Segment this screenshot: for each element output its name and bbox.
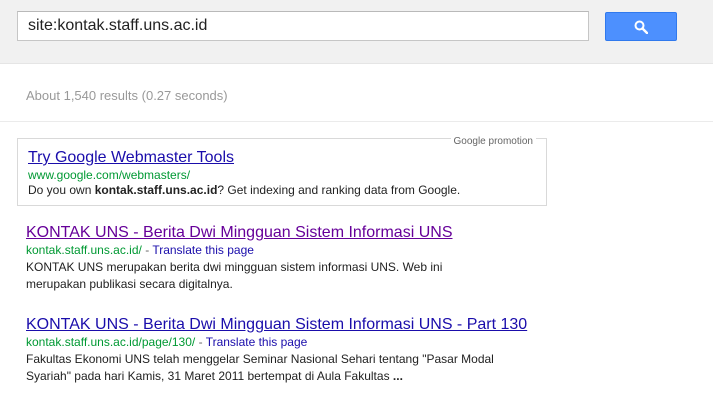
search-header xyxy=(0,0,713,64)
search-input[interactable] xyxy=(17,11,589,41)
result-url-line: kontak.staff.uns.ac.id/ - Translate this… xyxy=(26,242,546,258)
result-snippet-ellipsis: ... xyxy=(392,369,403,383)
promotion-label: Google promotion xyxy=(450,136,536,147)
promotion-desc-suffix: ? Get indexing and ranking data from Goo… xyxy=(217,183,461,197)
result-separator: - xyxy=(141,243,153,257)
result-url: kontak.staff.uns.ac.id/page/130/ xyxy=(26,335,196,349)
search-icon xyxy=(634,20,648,34)
result-snippet: KONTAK UNS merupakan berita dwi mingguan… xyxy=(26,259,546,293)
translate-link[interactable]: Translate this page xyxy=(206,335,308,349)
search-result: KONTAK UNS - Berita Dwi Mingguan Sistem … xyxy=(26,315,546,385)
result-stats: About 1,540 results (0.27 seconds) xyxy=(26,88,228,103)
promotion-url: www.google.com/webmasters/ xyxy=(28,168,191,182)
promotion-title-link[interactable]: Try Google Webmaster Tools xyxy=(28,149,234,167)
result-url: kontak.staff.uns.ac.id/ xyxy=(26,243,142,257)
result-snippet-line: KONTAK UNS merupakan berita dwi mingguan… xyxy=(26,260,443,274)
result-title-link[interactable]: KONTAK UNS - Berita Dwi Mingguan Sistem … xyxy=(26,315,546,334)
result-url-line: kontak.staff.uns.ac.id/page/130/ - Trans… xyxy=(26,334,546,350)
search-button[interactable] xyxy=(605,12,677,41)
translate-link[interactable]: Translate this page xyxy=(152,243,254,257)
result-snippet-line: merupakan publikasi secara digitalnya. xyxy=(26,277,233,291)
promotion-desc-prefix: Do you own xyxy=(28,183,95,197)
promotion-box: Google promotion Try Google Webmaster To… xyxy=(17,136,547,206)
result-separator: - xyxy=(195,335,206,349)
result-title-link[interactable]: KONTAK UNS - Berita Dwi Mingguan Sistem … xyxy=(26,223,546,242)
search-result: KONTAK UNS - Berita Dwi Mingguan Sistem … xyxy=(26,223,546,293)
result-snippet-line: Fakultas Ekonomi UNS telah menggelar Sem… xyxy=(26,352,494,366)
promotion-desc-domain: kontak.staff.uns.ac.id xyxy=(94,183,218,197)
result-snippet: Fakultas Ekonomi UNS telah menggelar Sem… xyxy=(26,351,546,385)
promotion-description: Do you own kontak.staff.uns.ac.id? Get i… xyxy=(28,183,460,197)
header-divider xyxy=(0,121,713,122)
result-snippet-line: Syariah" pada hari Kamis, 31 Maret 2011 … xyxy=(26,368,546,385)
result-snippet-text: Syariah" pada hari Kamis, 31 Maret 2011 … xyxy=(26,369,393,383)
